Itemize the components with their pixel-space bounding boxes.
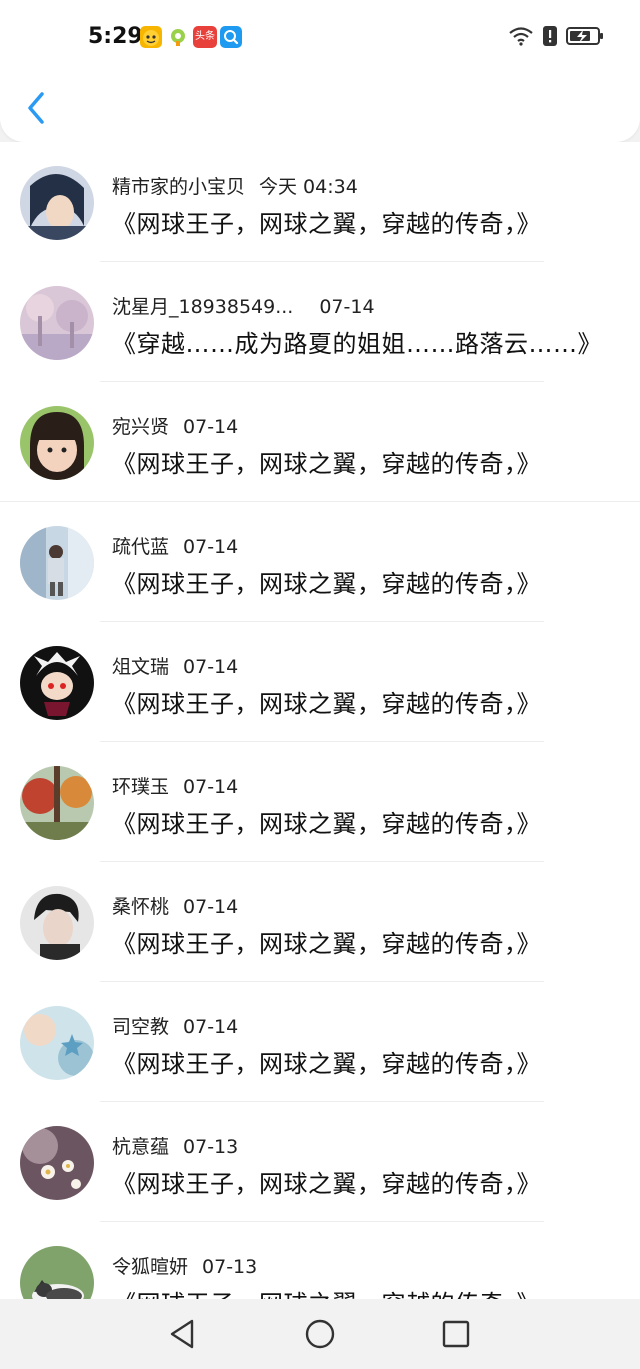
message-date: 07-14 — [183, 896, 239, 918]
list-item[interactable]: 沈星月_18938549... 07-14 《穿越……成为路夏的姐姐……路落云……… — [0, 262, 640, 382]
contact-name: 司空教 — [112, 1016, 170, 1038]
recents-square-icon[interactable] — [439, 1317, 473, 1351]
message-date: 07-14 — [183, 1016, 239, 1038]
message-date: 07-13 — [202, 1256, 258, 1278]
avatar — [20, 766, 94, 840]
avatar — [20, 886, 94, 960]
message-preview: 《网球王子，网球之翼，穿越的传奇，》 — [112, 810, 541, 838]
app-icon-1 — [140, 26, 162, 48]
avatar — [20, 406, 94, 480]
message-date: 07-14 — [319, 296, 375, 318]
search-app-icon — [220, 26, 242, 48]
message-date: 07-14 — [183, 776, 239, 798]
message-preview: 《网球王子，网球之翼，穿越的传奇，》 — [112, 450, 541, 478]
system-nav-bar — [0, 1299, 640, 1369]
list-item[interactable]: 宛兴贤 07-14 《网球王子，网球之翼，穿越的传奇，》 — [0, 382, 640, 502]
toutiao-icon: 头条 — [193, 26, 217, 48]
avatar — [20, 1006, 94, 1080]
list-item[interactable]: 俎文瑞 07-14 《网球王子，网球之翼，穿越的传奇，》 — [0, 622, 640, 742]
message-preview: 《网球王子，网球之翼，穿越的传奇，》 — [112, 690, 541, 718]
wifi-icon — [508, 26, 534, 50]
message-preview: 《网球王子，网球之翼，穿越的传奇，》 — [112, 930, 541, 958]
conversation-list[interactable]: 精市家的小宝贝 今天 04:34 《网球王子，网球之翼，穿越的传奇，》 沈星月_1… — [0, 142, 640, 1299]
contact-name: 令狐暄妍 — [112, 1256, 189, 1278]
list-item[interactable]: 精市家的小宝贝 今天 04:34 《网球王子，网球之翼，穿越的传奇，》 — [0, 142, 640, 262]
contact-name: 沈星月_18938549... — [112, 296, 294, 318]
chevron-left-icon[interactable] — [22, 88, 50, 128]
contact-name: 俎文瑞 — [112, 656, 170, 678]
message-preview: 《网球王子，网球之翼，穿越的传奇，》 — [112, 210, 541, 238]
message-preview: 《网球王子，网球之翼，穿越的传奇，》 — [112, 1284, 541, 1299]
avatar — [20, 646, 94, 720]
message-preview: 《网球王子，网球之翼，穿越的传奇，》 — [112, 1050, 541, 1078]
message-preview: 《网球王子，网球之翼，穿越的传奇，》 — [112, 1170, 541, 1198]
top-app-bar: 5:29 头条 — [0, 0, 640, 142]
message-preview: 《穿越……成为路夏的姐姐……路落云……》 — [112, 330, 602, 358]
system-status-icons — [508, 26, 604, 50]
avatar — [20, 1246, 94, 1299]
avatar — [20, 286, 94, 360]
message-date: 07-14 — [183, 656, 239, 678]
message-date: 07-14 — [183, 416, 239, 438]
home-circle-icon[interactable] — [303, 1317, 337, 1351]
message-date: 07-13 — [183, 1136, 239, 1158]
list-item[interactable]: 令狐暄妍 07-13 《网球王子，网球之翼，穿越的传奇，》 — [0, 1222, 640, 1299]
avatar — [20, 526, 94, 600]
contact-name: 宛兴贤 — [112, 416, 170, 438]
back-triangle-icon[interactable] — [166, 1317, 200, 1351]
status-bar: 5:29 头条 — [0, 18, 640, 58]
list-item[interactable]: 杭意蕴 07-13 《网球王子，网球之翼，穿越的传奇，》 — [0, 1102, 640, 1222]
status-time: 5:29 — [88, 24, 143, 49]
contact-name: 桑怀桃 — [112, 896, 170, 918]
battery-charging-icon — [566, 26, 604, 50]
app-icon-2 — [167, 26, 189, 48]
list-item[interactable]: 司空教 07-14 《网球王子，网球之翼，穿越的传奇，》 — [0, 982, 640, 1102]
contact-name: 精市家的小宝贝 — [112, 176, 246, 198]
list-item[interactable]: 环璞玉 07-14 《网球王子，网球之翼，穿越的传奇，》 — [0, 742, 640, 862]
contact-name: 疏代蓝 — [112, 536, 170, 558]
contact-name: 杭意蕴 — [112, 1136, 170, 1158]
contact-name: 环璞玉 — [112, 776, 170, 798]
alert-icon — [542, 25, 558, 51]
message-preview: 《网球王子，网球之翼，穿越的传奇，》 — [112, 570, 541, 598]
message-date: 07-14 — [183, 536, 239, 558]
list-item[interactable]: 桑怀桃 07-14 《网球王子，网球之翼，穿越的传奇，》 — [0, 862, 640, 982]
avatar — [20, 1126, 94, 1200]
list-item[interactable]: 疏代蓝 07-14 《网球王子，网球之翼，穿越的传奇，》 — [0, 502, 640, 622]
avatar — [20, 166, 94, 240]
message-date: 今天 04:34 — [259, 176, 358, 198]
